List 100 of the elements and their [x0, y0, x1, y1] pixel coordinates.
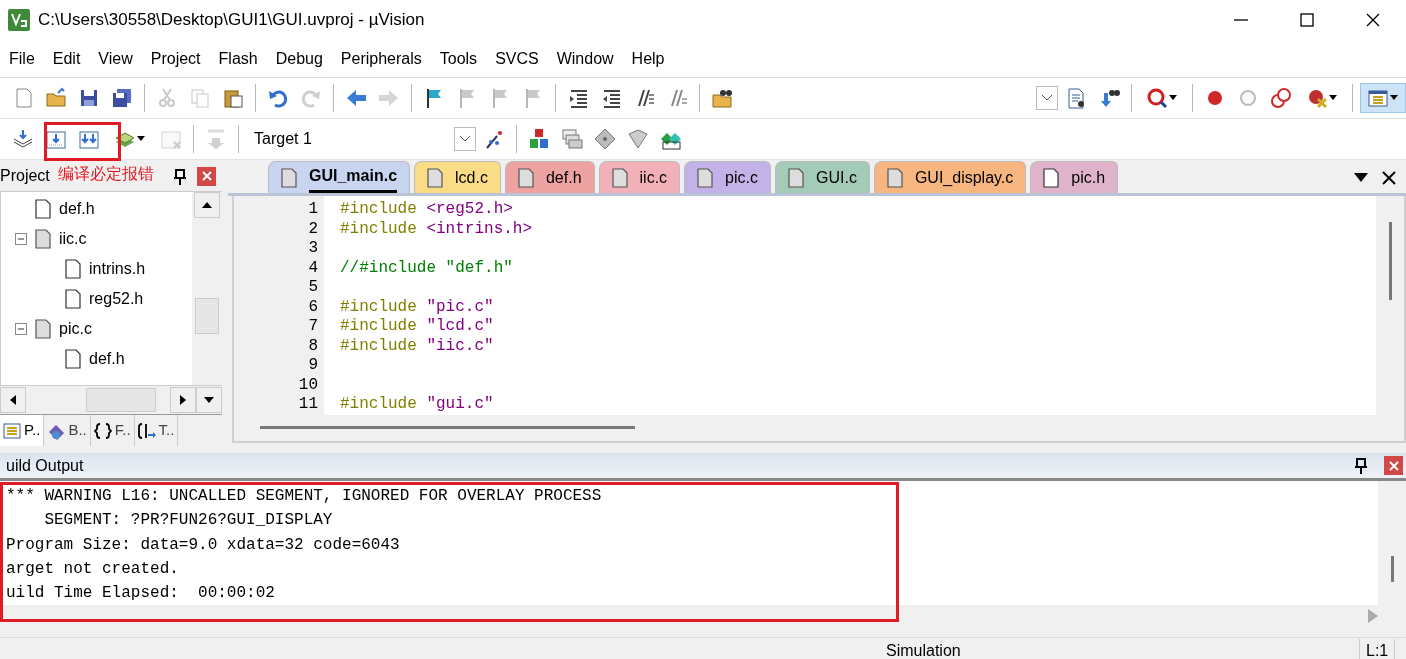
- right-arrow-icon: [378, 87, 400, 109]
- code-line: #include "lcd.c": [340, 317, 495, 337]
- file-tab[interactable]: pic.c: [684, 161, 771, 193]
- menu-item[interactable]: File: [0, 46, 44, 71]
- line-number: 10: [297, 375, 318, 395]
- line-number: 5: [307, 278, 318, 298]
- list-icon: [3, 421, 21, 440]
- menu-item[interactable]: Window: [547, 46, 623, 71]
- caret-icon: [1328, 95, 1338, 101]
- file-tab[interactable]: pic.h: [1030, 161, 1119, 193]
- app-logo-icon: [8, 9, 30, 31]
- breakpoint-cross-icon: [1306, 87, 1328, 109]
- magic-wand-icon: [483, 128, 505, 150]
- arrow-icon: [202, 202, 212, 208]
- copy-icon: [189, 87, 211, 109]
- window-title: C:\Users\30558\Desktop\GUI1\GUI.uvproj - µVision: [38, 9, 426, 32]
- colored-blocks-icon: [528, 128, 550, 150]
- file-tab[interactable]: GUI.c: [775, 161, 870, 193]
- stacked-windows-icon: [561, 128, 583, 150]
- clipboard-icon: [222, 87, 244, 109]
- code-line: #include "iic.c": [340, 336, 495, 356]
- menu-item[interactable]: Flash: [209, 46, 267, 71]
- annotation-text: 编译必定报错: [58, 164, 154, 184]
- diamond-icon: [594, 128, 616, 150]
- code-line: #include "gui.c": [340, 395, 495, 415]
- scrollbar-thumb[interactable]: [195, 298, 219, 334]
- collapse-icon[interactable]: [15, 233, 27, 245]
- panel-tab[interactable]: F..: [90, 415, 135, 446]
- tree-item[interactable]: pic.c: [1, 314, 192, 344]
- left-arrow-icon: [345, 87, 367, 109]
- window-layout-icon: [1367, 87, 1389, 109]
- close-icon: [1365, 12, 1381, 28]
- file-tab[interactable]: GUI_main.c: [268, 161, 411, 193]
- scroll-left-button[interactable]: [0, 387, 26, 413]
- file-icon: [33, 199, 53, 219]
- scrollbar-thumb[interactable]: [86, 388, 156, 412]
- collapse-icon[interactable]: [15, 323, 27, 335]
- panel-title: uild Output: [6, 455, 84, 476]
- binoculars-folder-icon: [711, 87, 733, 109]
- save-icon: [78, 87, 100, 109]
- double-circle-icon: [1270, 87, 1292, 109]
- file-tab[interactable]: iic.c: [598, 161, 681, 193]
- tree-item[interactable]: intrins.h: [1, 254, 192, 284]
- file-icon: [515, 167, 536, 188]
- line-number: 1: [307, 200, 318, 220]
- panel-tab[interactable]: B..: [44, 415, 91, 446]
- caret-icon: [1168, 95, 1178, 101]
- file-icon: [425, 167, 446, 188]
- status-text: L:1: [1360, 639, 1396, 659]
- menu-item[interactable]: Debug: [266, 46, 332, 71]
- file-icon: [786, 167, 806, 188]
- output-line: *** WARNING L16: UNCALLED SEGMENT, IGNORED FOR OVERLAY PROCESS: [6, 486, 603, 507]
- menu-item[interactable]: Edit: [43, 46, 90, 71]
- panel-tab[interactable]: T..: [134, 415, 179, 446]
- template-icon: [137, 421, 156, 440]
- build-icon: [45, 128, 67, 150]
- braces-icon: [93, 421, 112, 440]
- close-icon: [1382, 170, 1396, 185]
- tree-item[interactable]: def.h: [1, 194, 192, 224]
- arrow-icon: [204, 397, 214, 403]
- binoculars-arrow-icon: [1098, 87, 1120, 109]
- indent-icon: [567, 87, 589, 109]
- line-number: 4: [307, 258, 318, 278]
- panel-tab[interactable]: P..: [0, 415, 45, 446]
- menu-item[interactable]: Project: [141, 46, 210, 71]
- scroll-down-button[interactable]: [196, 387, 222, 413]
- line-number: 2: [307, 219, 318, 239]
- menu-item[interactable]: View: [89, 46, 142, 71]
- output-line: uild Time Elapsed: 00:00:02: [6, 583, 276, 605]
- tree-item[interactable]: def.h: [1, 344, 192, 374]
- file-tab[interactable]: lcd.c: [414, 161, 501, 193]
- panel-title: Project: [0, 166, 50, 186]
- document-search-icon: [1065, 87, 1087, 109]
- scissors-icon: [156, 87, 178, 109]
- tree-item[interactable]: reg52.h: [1, 284, 192, 314]
- file-icon: [884, 167, 905, 188]
- close-icon: [1388, 460, 1399, 471]
- scroll-right-button[interactable]: [170, 387, 196, 413]
- menu-item[interactable]: Tools: [430, 46, 487, 71]
- minimize-icon: [1234, 19, 1248, 21]
- menu-item[interactable]: Help: [622, 46, 674, 71]
- menu-item[interactable]: Peripherals: [331, 46, 431, 71]
- file-icon: [609, 167, 630, 188]
- scrollbar-thumb[interactable]: [1390, 556, 1394, 582]
- code-line: //#include "def.h": [340, 258, 514, 278]
- file-tab[interactable]: def.h: [504, 161, 595, 193]
- menu-item[interactable]: SVCS: [486, 46, 548, 71]
- output-line: Program Size: data=9.0 xdata=32 code=6043: [6, 534, 401, 556]
- pin-icon[interactable]: [1354, 458, 1368, 475]
- tree-item[interactable]: iic.c: [1, 224, 192, 254]
- arrow-icon: [1368, 609, 1378, 623]
- pin-icon[interactable]: [173, 168, 187, 185]
- window-layout-button[interactable]: [1360, 83, 1406, 113]
- code-line: #include <intrins.h>: [340, 219, 534, 239]
- scrollbar-thumb[interactable]: [260, 426, 635, 429]
- load-icon: [205, 128, 227, 150]
- file-tab[interactable]: GUI_display.c: [873, 161, 1027, 193]
- scrollbar-thumb[interactable]: [1388, 222, 1392, 300]
- scroll-up-button[interactable]: [194, 192, 220, 218]
- output-line: SEGMENT: ?PR?FUN26?GUI_DISPLAY: [43, 510, 334, 532]
